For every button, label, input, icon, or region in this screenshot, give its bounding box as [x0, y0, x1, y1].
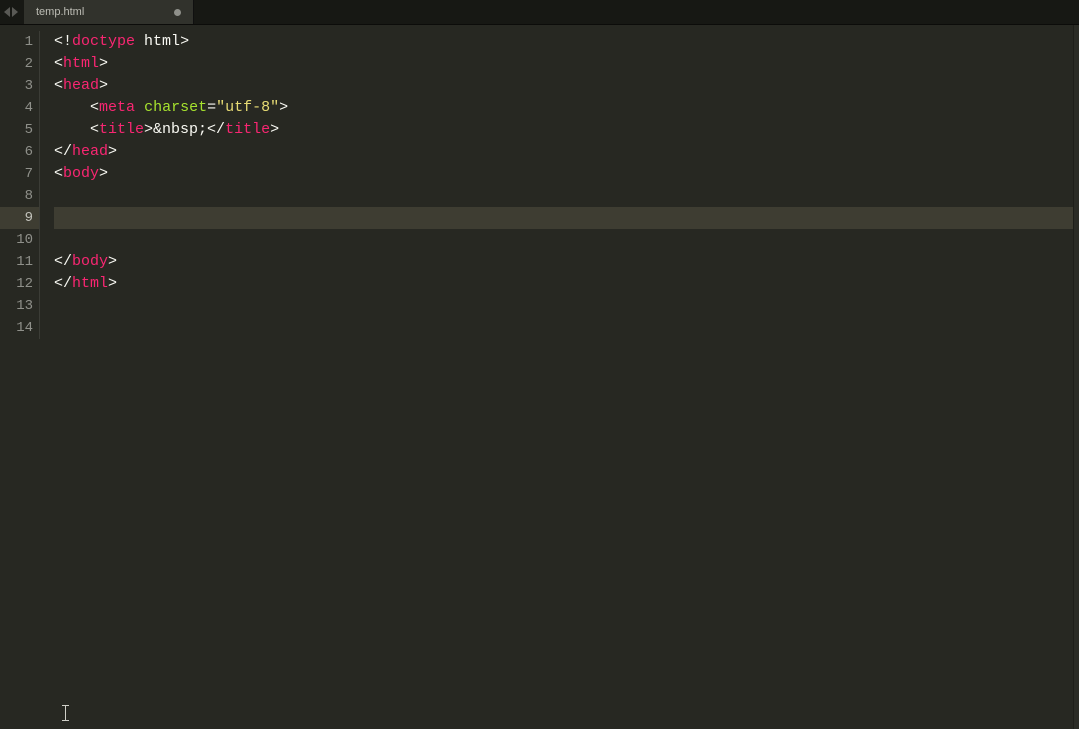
code-line[interactable]: <html>	[54, 53, 1073, 75]
line-number[interactable]: 12	[0, 273, 40, 295]
code-token: >	[108, 253, 117, 270]
minimap-scrollbar[interactable]	[1073, 25, 1079, 729]
code-token: >	[279, 99, 288, 116]
code-token: head	[63, 77, 99, 94]
tab-history-forward-icon[interactable]	[12, 7, 18, 17]
line-number[interactable]: 11	[0, 251, 40, 273]
code-token: <	[90, 99, 99, 116]
line-number[interactable]: 4	[0, 97, 40, 119]
code-token: <	[54, 55, 63, 72]
code-token: >	[108, 275, 117, 292]
code-token: <	[54, 165, 63, 182]
code-line[interactable]	[54, 295, 1073, 317]
code-token: <!	[54, 33, 72, 50]
code-token: >	[99, 55, 108, 72]
line-number[interactable]: 3	[0, 75, 40, 97]
line-number[interactable]: 8	[0, 185, 40, 207]
editor-window: temp.html 1234567891011121314 <!doctype …	[0, 0, 1079, 729]
code-token: =	[207, 99, 216, 116]
code-line[interactable]: <!doctype html>	[54, 31, 1073, 53]
line-number[interactable]: 9	[0, 207, 40, 229]
code-token: body	[72, 253, 108, 270]
line-number[interactable]: 13	[0, 295, 40, 317]
code-line[interactable]: <head>	[54, 75, 1073, 97]
code-token: </	[54, 275, 72, 292]
indent	[54, 121, 90, 138]
code-token	[135, 99, 144, 116]
code-token: >	[99, 165, 108, 182]
code-token: html	[63, 55, 99, 72]
code-token: html	[72, 275, 108, 292]
code-line[interactable]	[54, 229, 1073, 251]
tab-nav-arrows	[0, 0, 24, 24]
code-token	[135, 33, 144, 50]
code-token: <	[90, 121, 99, 138]
line-number-gutter[interactable]: 1234567891011121314	[0, 25, 48, 729]
tab-label: temp.html	[36, 6, 168, 18]
code-token: >	[108, 143, 117, 160]
code-line[interactable]	[54, 185, 1073, 207]
code-line[interactable]	[54, 207, 1073, 229]
line-number[interactable]: 1	[0, 31, 40, 53]
code-token: >	[180, 33, 189, 50]
code-token: doctype	[72, 33, 135, 50]
line-number[interactable]: 14	[0, 317, 40, 339]
code-line[interactable]: </html>	[54, 273, 1073, 295]
line-number[interactable]: 5	[0, 119, 40, 141]
tab-temp-html[interactable]: temp.html	[24, 0, 194, 24]
line-number[interactable]: 10	[0, 229, 40, 251]
code-token: </	[54, 143, 72, 160]
code-token: >	[270, 121, 279, 138]
code-token: >	[99, 77, 108, 94]
code-line[interactable]: <meta charset="utf-8">	[54, 97, 1073, 119]
tab-history-back-icon[interactable]	[4, 7, 10, 17]
code-line[interactable]: </body>	[54, 251, 1073, 273]
editor-area: 1234567891011121314 <!doctype html><html…	[0, 25, 1079, 729]
code-token: body	[63, 165, 99, 182]
code-token: title	[225, 121, 270, 138]
code-token: <	[54, 77, 63, 94]
code-text-area[interactable]: <!doctype html><html><head> <meta charse…	[48, 25, 1073, 729]
code-token: >&nbsp;</	[144, 121, 225, 138]
line-number[interactable]: 7	[0, 163, 40, 185]
code-line[interactable]: <body>	[54, 163, 1073, 185]
code-line[interactable]: </head>	[54, 141, 1073, 163]
code-token: meta	[99, 99, 135, 116]
tab-bar: temp.html	[0, 0, 1079, 25]
code-token: </	[54, 253, 72, 270]
code-line[interactable]	[54, 317, 1073, 339]
line-number[interactable]: 2	[0, 53, 40, 75]
line-number[interactable]: 6	[0, 141, 40, 163]
code-token: html	[144, 33, 180, 50]
code-token: charset	[144, 99, 207, 116]
code-line[interactable]: <title>&nbsp;</title>	[54, 119, 1073, 141]
tab-dirty-dot-icon	[174, 9, 181, 16]
code-token: title	[99, 121, 144, 138]
indent	[54, 99, 90, 116]
code-token: head	[72, 143, 108, 160]
code-token: "utf-8"	[216, 99, 279, 116]
